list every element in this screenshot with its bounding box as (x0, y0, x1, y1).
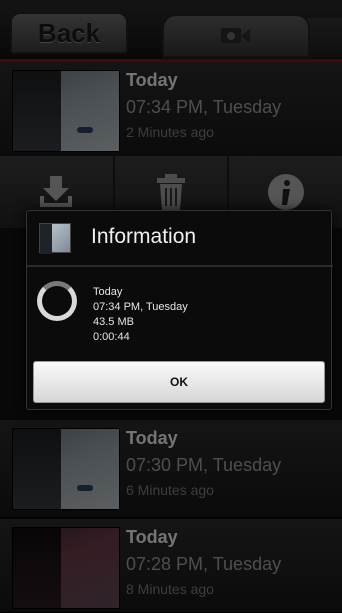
dialog-details: Today 07:34 PM, Tuesday 43.5 MB 0:00:44 (93, 285, 188, 345)
loading-spinner-icon (37, 281, 77, 321)
detail-duration: 0:00:44 (93, 331, 130, 343)
dialog-header: Information (27, 211, 333, 267)
ok-button[interactable]: OK (33, 361, 325, 403)
information-dialog: Information Today 07:34 PM, Tuesday 43.5… (26, 210, 333, 410)
detail-size: 43.5 MB (93, 316, 134, 328)
video-thumbnail-icon (39, 223, 71, 254)
dialog-title: Information (91, 225, 197, 248)
detail-date: Today (93, 286, 123, 298)
detail-time: 07:34 PM, Tuesday (93, 301, 188, 313)
